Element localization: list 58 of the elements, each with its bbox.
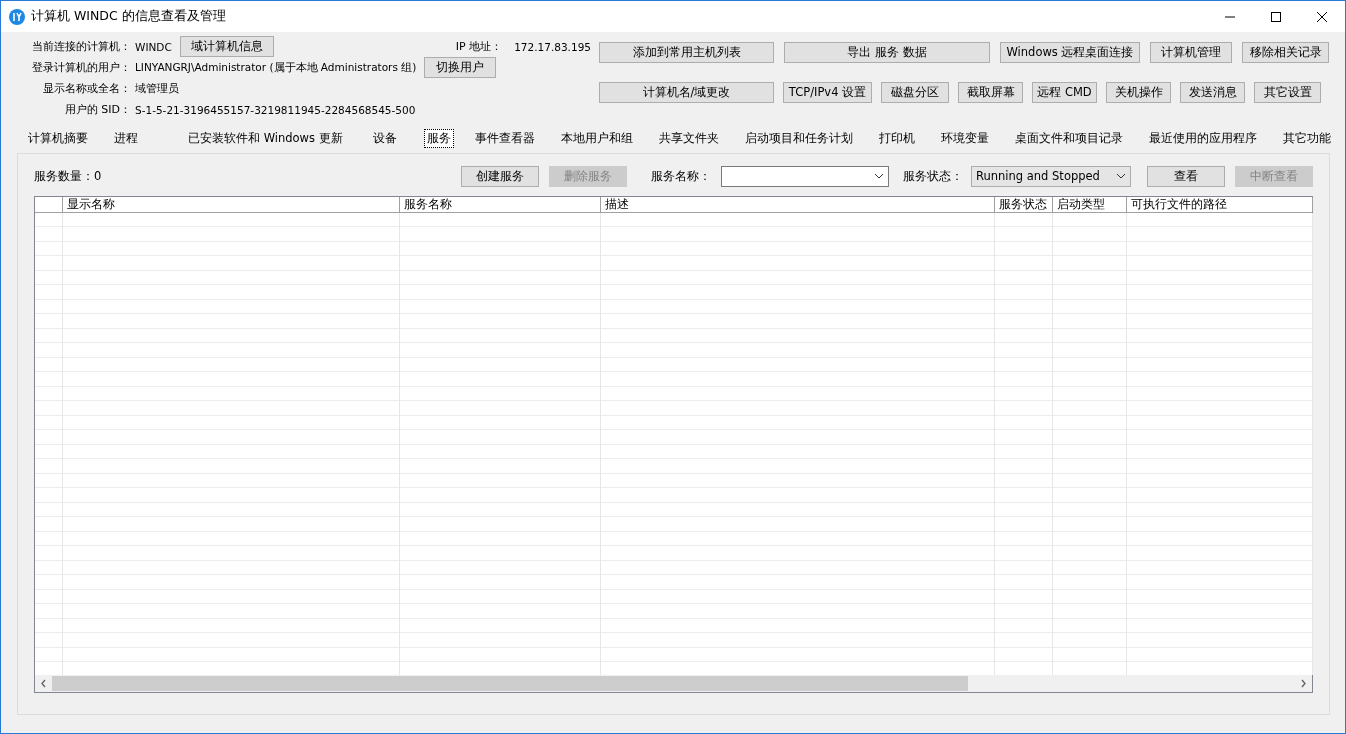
field-label: 登录计算机的用户： xyxy=(31,60,131,75)
service-status-dropdown[interactable]: Running and Stopped xyxy=(971,165,1131,187)
action-button[interactable]: 添加到常用主机列表 xyxy=(599,42,774,63)
ip-label: IP 地址： xyxy=(455,39,503,54)
action-button[interactable]: 导出 服务 数据 xyxy=(784,42,990,63)
tab[interactable]: 设备 xyxy=(369,128,400,148)
action-button[interactable]: 截取屏幕 xyxy=(958,82,1023,103)
tab[interactable]: 计算机摘要 xyxy=(25,128,91,148)
service-name-dropdown[interactable] xyxy=(721,165,889,187)
action-button[interactable]: Windows 远程桌面连接 xyxy=(1000,42,1140,63)
service-count: 服务数量：0 xyxy=(34,168,102,184)
action-button[interactable]: 远程 CMD xyxy=(1032,82,1097,103)
tab[interactable]: 已安装软件和 Windows 更新 xyxy=(185,128,346,148)
field-value: LINYANGRJ\Administrator (属于本地 Administrators 组) xyxy=(135,60,417,75)
field-value: S-1-5-21-3196455157-3219811945-2284568545-500 xyxy=(135,103,416,116)
horizontal-scrollbar[interactable] xyxy=(35,675,1312,692)
maximize-icon[interactable] xyxy=(1271,11,1281,22)
tab[interactable]: 最近使用的应用程序 xyxy=(1145,128,1260,148)
field-label: 当前连接的计算机： xyxy=(31,39,131,54)
row-button[interactable]: 域计算机信息 xyxy=(179,36,274,57)
filter-label: 服务名称： xyxy=(651,168,711,184)
field-value: WINDC xyxy=(135,40,172,53)
column-header[interactable]: 服务状态 xyxy=(995,197,1053,212)
action-button[interactable]: 计算机名/域更改 xyxy=(599,82,774,103)
tab[interactable]: 共享文件夹 xyxy=(655,128,722,148)
action-button[interactable]: TCP/IPv4 设置 xyxy=(783,82,872,103)
field-value: 域管理员 xyxy=(135,81,179,96)
column-header[interactable]: 服务名称 xyxy=(400,197,601,212)
ip-value: 172.17.83.195 xyxy=(514,40,591,53)
action-button[interactable]: 关机操作 xyxy=(1106,82,1171,103)
tab[interactable]: 事件查看器 xyxy=(471,128,538,148)
field-label: 显示名称或全名： xyxy=(42,81,131,96)
field-label: 用户的 SID： xyxy=(63,102,131,117)
tab[interactable]: 进程 xyxy=(111,128,141,148)
row-button[interactable]: 切换用户 xyxy=(424,57,497,78)
app-logo-icon xyxy=(9,8,25,25)
column-header[interactable]: 启动类型 xyxy=(1053,197,1127,212)
tab[interactable]: 启动项目和任务计划 xyxy=(741,128,856,148)
action-button[interactable]: 发送消息 xyxy=(1180,82,1245,103)
action-button[interactable]: 磁盘分区 xyxy=(881,82,949,103)
tab[interactable]: 服务 xyxy=(423,128,454,148)
column-header[interactable]: 显示名称 xyxy=(63,197,400,212)
tab[interactable]: 环境变量 xyxy=(937,128,992,148)
column-header[interactable]: 描述 xyxy=(601,197,995,212)
view-button[interactable]: 查看 xyxy=(1147,165,1225,187)
action-button[interactable]: 其它设置 xyxy=(1254,82,1321,103)
close-icon[interactable] xyxy=(1317,11,1327,22)
tab[interactable]: 打印机 xyxy=(875,128,918,148)
tab[interactable]: 桌面文件和项目记录 xyxy=(1011,128,1126,148)
tab[interactable]: 本地用户和组 xyxy=(557,128,636,148)
scrollbar-thumb[interactable] xyxy=(52,676,968,691)
column-header[interactable]: 可执行文件的路径 xyxy=(1127,197,1313,212)
action-button[interactable]: 计算机管理 xyxy=(1150,42,1232,63)
tab[interactable]: 其它功能 xyxy=(1279,128,1334,148)
service-button[interactable]: 创建服务 xyxy=(461,165,539,187)
window-title: 计算机 WINDC 的信息查看及管理 xyxy=(31,8,227,25)
action-button[interactable]: 移除相关记录 xyxy=(1242,42,1329,63)
filter-label: 服务状态： xyxy=(903,168,963,184)
